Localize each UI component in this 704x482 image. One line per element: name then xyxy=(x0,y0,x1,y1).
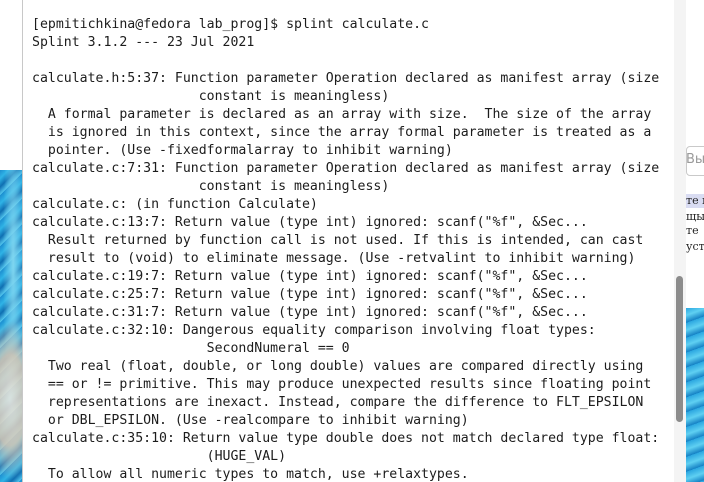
terminal-line: Two real (float, double, or long double)… xyxy=(32,359,644,374)
terminal-line: == or != primitive. This may produce une… xyxy=(32,377,652,392)
background-search-placeholder: Вы xyxy=(686,152,704,167)
background-snippet-1: те в xyxy=(686,194,704,208)
terminal-line: [epmitichkina@fedora lab_prog]$ splint c… xyxy=(32,17,429,32)
terminal-window[interactable]: [epmitichkina@fedora lab_prog]$ splint c… xyxy=(22,0,686,482)
terminal-line: calculate.c:25:7: Return value (type int… xyxy=(32,287,588,302)
terminal-line: calculate.c:13:7: Return value (type int… xyxy=(32,215,588,230)
terminal-line: SecondNumeral == 0 xyxy=(32,341,350,356)
background-snippet-3: те xyxy=(686,224,699,237)
terminal-line: or DBL_EPSILON. (Use -realcompare to inh… xyxy=(32,413,469,428)
terminal-scrollbar-thumb[interactable] xyxy=(676,276,683,422)
terminal-line: calculate.c: (in function Calculate) xyxy=(32,197,318,212)
terminal-output[interactable]: [epmitichkina@fedora lab_prog]$ splint c… xyxy=(32,16,667,482)
terminal-line: is ignored in this context, since the ar… xyxy=(32,125,652,140)
terminal-line: result to (void) to eliminate message. (… xyxy=(32,251,636,266)
terminal-line: calculate.c:32:10: Dangerous equality co… xyxy=(32,323,596,338)
terminal-line: A formal parameter is declared as an arr… xyxy=(32,107,652,122)
terminal-line: representations are inexact. Instead, co… xyxy=(32,395,644,410)
terminal-line: constant is meaningless) xyxy=(32,89,390,104)
terminal-line: pointer. (Use -fixedformalarray to inhib… xyxy=(32,143,453,158)
terminal-line: constant is meaningless) xyxy=(32,179,390,194)
background-snippet-4: уст xyxy=(686,240,704,253)
desktop-wallpaper xyxy=(0,170,22,482)
terminal-line: (HUGE_VAL) xyxy=(32,449,287,464)
terminal-line: calculate.c:35:10: Return value type dou… xyxy=(32,431,660,446)
terminal-line: calculate.c:19:7: Return value (type int… xyxy=(32,269,588,284)
terminal-line: Result returned by function call is not … xyxy=(32,233,644,248)
background-snippet-2: щы xyxy=(686,210,704,223)
terminal-line: calculate.h:5:37: Function parameter Ope… xyxy=(32,71,660,86)
desktop-wallpaper-right xyxy=(686,308,704,482)
terminal-line: To allow all numeric types to match, use… xyxy=(32,467,469,482)
terminal-line: calculate.c:31:7: Return value (type int… xyxy=(32,305,588,320)
terminal-line: Splint 3.1.2 --- 23 Jul 2021 xyxy=(32,35,255,50)
desktop-background-top xyxy=(0,0,22,170)
terminal-line: calculate.c:7:31: Function parameter Ope… xyxy=(32,161,660,176)
